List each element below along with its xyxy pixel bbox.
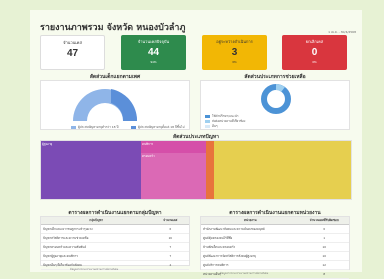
gender-chart-panel: ผู้ประสบปัญหาอายุต่ำกว่า 18 ปี ผู้ประสบป… bbox=[40, 80, 190, 130]
table-header: จำนวนเคส bbox=[151, 217, 189, 225]
agency-table-panel: หน่วยงาน จำนวนเคสที่รับผิดชอบ สำนักงานพั… bbox=[200, 216, 350, 279]
report-page: รายงานภาพรวม จังหวัด หนองบัวลำภู 1 เม.ย.… bbox=[30, 10, 362, 279]
card-value: 3 bbox=[231, 47, 238, 58]
stat-card-cancelled[interactable]: ยกเลิกเคส 0 0% bbox=[282, 35, 347, 70]
stat-card-in-progress[interactable]: อยู่ระหว่างดำเนินการ 3 6% bbox=[202, 35, 267, 70]
stat-card-current[interactable]: จำนวนเคสปัจจุบัน 44 94% bbox=[121, 35, 186, 70]
table-header: กลุ่มปัญหา bbox=[41, 217, 152, 225]
table-row: สำนักงานพัฒนาสังคมและความมั่นคงของมนุษย์… bbox=[201, 224, 349, 234]
table2-footer: ข้อมูลจากระบบรายงานสถานการณ์ทางสังคม bbox=[220, 272, 269, 275]
card-value: 0 bbox=[311, 47, 318, 58]
card-value: 44 bbox=[147, 47, 160, 58]
table1-footer: ข้อมูลจากระบบรายงานสถานการณ์ทางสังคม bbox=[70, 268, 119, 271]
treemap-cell-other[interactable] bbox=[206, 141, 214, 199]
table-row: ศูนย์คุ้มครองคนไร้ที่พึ่ง 1 bbox=[201, 233, 349, 243]
table-row: ปัญหาเด็กและเยาวชนถูกกระทำรุนแรง 6 bbox=[41, 224, 189, 234]
card-percent: 6% bbox=[232, 60, 237, 64]
legend-item: อื่นๆ bbox=[205, 124, 217, 129]
treemap-cell-elderly[interactable]: ผู้สูงอายุ bbox=[41, 141, 141, 199]
problem-table-panel: กลุ่มปัญหา จำนวนเคส ปัญหาเด็กและเยาวชนถู… bbox=[40, 216, 190, 270]
problem-treemap: ผู้สูงอายุ คนพิการ ครอบครัว bbox=[40, 140, 352, 200]
legend-item: ผู้ประสบปัญหาอายุตั้งแต่ 18 ปีขึ้นไป bbox=[131, 125, 184, 130]
treemap-cell-family[interactable]: ครอบครัว bbox=[141, 153, 206, 199]
table-row: ศูนย์พัฒนาการจัดสวัสดิการสังคมผู้สูงอายุ… bbox=[201, 251, 349, 261]
card-label: จำนวนเคส bbox=[63, 40, 82, 45]
card-value: 47 bbox=[66, 48, 79, 59]
gender-half-donut-chart bbox=[73, 89, 138, 121]
agency-table: หน่วยงาน จำนวนเคสที่รับผิดชอบ สำนักงานพั… bbox=[201, 217, 349, 279]
table-row: ปัญหาครอบครัวและความสัมพันธ์ 7 bbox=[41, 242, 189, 252]
donut-ring bbox=[261, 84, 291, 114]
card-percent: 0% bbox=[312, 60, 317, 64]
donut-slice bbox=[275, 84, 285, 93]
page-title: รายงานภาพรวม จังหวัด หนองบัวลำภู bbox=[40, 23, 186, 33]
card-label: อยู่ระหว่างดำเนินการ bbox=[216, 39, 253, 44]
treemap-cell-children[interactable] bbox=[214, 141, 351, 199]
stat-card-total[interactable]: จำนวนเคส 47 bbox=[40, 35, 105, 70]
table-row: บ้านพักเด็กและครอบครัว 10 bbox=[201, 242, 349, 252]
table-row: ศูนย์บริการคนพิการ 12 bbox=[201, 260, 349, 270]
table-row: ปัญหาสวัสดิการและความช่วยเหลือ 16 bbox=[41, 233, 189, 243]
card-percent: 94% bbox=[150, 60, 157, 64]
table-header: หน่วยงาน bbox=[201, 217, 300, 225]
problem-table: กลุ่มปัญหา จำนวนเคส ปัญหาเด็กและเยาวชนถู… bbox=[41, 217, 189, 270]
treemap-cell-disabled[interactable]: คนพิการ bbox=[141, 141, 206, 153]
card-label: จำนวนเคสปัจจุบัน bbox=[137, 39, 170, 44]
card-label: ยกเลิกเคส bbox=[305, 39, 324, 44]
table-header: จำนวนเคสที่รับผิดชอบ bbox=[299, 217, 349, 225]
legend-item: ผู้ประสบปัญหาอายุต่ำกว่า 18 ปี bbox=[71, 125, 118, 130]
table-row: ปัญหาผู้สูงอายุและคนพิการ 7 bbox=[41, 251, 189, 261]
assistance-chart-panel: ให้คำปรึกษา/แนะนำ ส่งต่อหน่วยงานที่เกี่ย… bbox=[200, 80, 350, 130]
